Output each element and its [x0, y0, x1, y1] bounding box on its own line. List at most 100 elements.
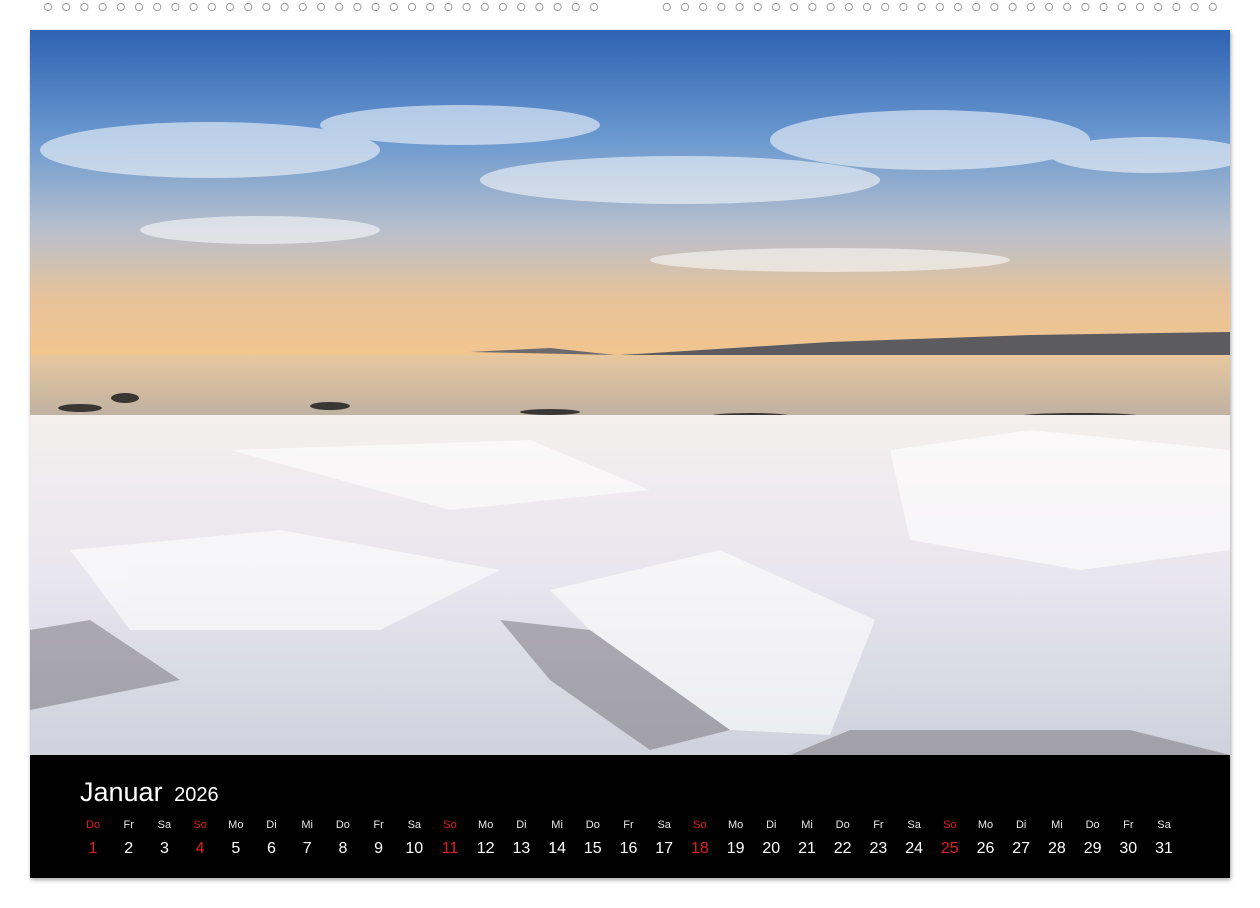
date-number: 3 — [159, 840, 169, 857]
weekday-label: Mi — [801, 819, 813, 831]
date-number: 30 — [1119, 840, 1138, 857]
binding-hole — [680, 2, 690, 12]
weekday-label: Mi — [1051, 819, 1063, 831]
date-number: 27 — [1012, 840, 1031, 857]
binding-hole — [189, 2, 198, 12]
date-number: 8 — [338, 840, 348, 857]
date-number: 12 — [476, 840, 495, 857]
binding-hole — [826, 2, 835, 12]
date-number: 13 — [512, 840, 531, 857]
date-number: 28 — [1047, 840, 1066, 857]
binding-hole — [990, 2, 999, 12]
weekday-label: Fr — [123, 819, 134, 831]
binding-hole — [862, 2, 872, 12]
date-number: 21 — [798, 840, 816, 857]
binding-hole — [808, 2, 817, 12]
weekday-label: So — [193, 819, 207, 831]
date-number: 7 — [302, 840, 312, 857]
weekday-label: Mo — [727, 819, 744, 831]
date-number: 15 — [583, 840, 602, 857]
date-number: 14 — [548, 840, 566, 857]
binding-hole — [899, 2, 908, 12]
binding-hole — [790, 2, 799, 12]
binding-hole — [699, 2, 708, 12]
date-number: 29 — [1083, 840, 1102, 857]
weekday-label: Sa — [407, 819, 422, 831]
weekday-label: Sa — [657, 819, 671, 831]
binding-hole — [207, 2, 216, 12]
hanger-notch — [612, 0, 648, 18]
weekday-label: Fr — [1123, 819, 1134, 831]
weekday-label: Mo — [478, 819, 494, 831]
month-name: Januar — [80, 777, 163, 807]
weekday-label: So — [443, 819, 457, 831]
date-number: 18 — [690, 840, 709, 857]
binding-hole — [535, 2, 544, 12]
binding-hole — [134, 2, 144, 12]
binding-hole — [498, 2, 508, 12]
binding-hole — [753, 2, 762, 12]
date-number: 22 — [833, 840, 852, 857]
weekday-label: Mi — [301, 819, 313, 831]
weekday-label: So — [693, 819, 707, 831]
weekday-label: Di — [266, 819, 277, 831]
weekday-label: Fr — [623, 819, 634, 831]
binding-hole — [43, 2, 53, 12]
binding-hole — [517, 2, 526, 12]
calendar-page — [30, 30, 1230, 878]
date-number: 19 — [726, 840, 745, 857]
weekday-label: Sa — [157, 819, 172, 831]
binding-hole — [80, 2, 89, 12]
binding-hole — [316, 2, 326, 12]
binding-hole — [917, 2, 926, 12]
binding-hole — [1099, 2, 1108, 12]
date-number: 20 — [762, 840, 781, 857]
binding-hole — [335, 2, 344, 12]
binding-hole — [407, 2, 417, 12]
date-number: 5 — [231, 840, 241, 857]
binding-hole — [444, 2, 453, 12]
binding-hole — [935, 2, 944, 12]
date-number: 11 — [441, 840, 459, 857]
date-number: 6 — [267, 840, 276, 857]
binding-hole — [62, 2, 71, 12]
binding-hole — [1063, 2, 1072, 12]
weekday-label: Di — [766, 819, 777, 831]
binding-hole — [1044, 2, 1054, 12]
date-number: 4 — [195, 840, 205, 857]
binding-hole — [116, 2, 125, 12]
binding-hole — [171, 2, 180, 12]
binding-hole — [771, 2, 781, 12]
binding-hole — [717, 2, 726, 12]
binding-hole — [1081, 2, 1090, 12]
binding-hole — [280, 2, 289, 12]
date-number: 24 — [905, 840, 923, 857]
date-number: 9 — [374, 840, 384, 857]
weekday-label: Do — [85, 819, 101, 831]
binding-hole — [1026, 2, 1035, 12]
weekday-label: Sa — [907, 819, 921, 831]
weekday-label: Fr — [373, 819, 384, 831]
binding-hole — [1154, 2, 1163, 12]
date-number: 16 — [619, 840, 638, 857]
binding-hole — [553, 2, 562, 12]
binding-hole — [480, 2, 489, 12]
binding-hole — [972, 2, 981, 12]
date-number: 23 — [869, 840, 888, 857]
binding-hole — [881, 2, 890, 12]
binding-hole — [1208, 2, 1217, 12]
binding-hole — [589, 2, 599, 12]
binding-hole — [571, 2, 580, 12]
binding-hole — [244, 2, 253, 12]
date-number: 10 — [405, 840, 424, 857]
binding-hole — [298, 2, 307, 12]
binding-hole — [1117, 2, 1126, 12]
landscape-photo — [30, 30, 1230, 755]
binding-hole — [98, 2, 107, 12]
date-number: 25 — [940, 840, 959, 857]
weekday-label: Mo — [977, 819, 994, 831]
date-number: 17 — [655, 840, 674, 857]
date-number: 2 — [124, 840, 134, 857]
weekday-label: Do — [1085, 819, 1100, 831]
weekday-label: Mo — [228, 819, 244, 831]
